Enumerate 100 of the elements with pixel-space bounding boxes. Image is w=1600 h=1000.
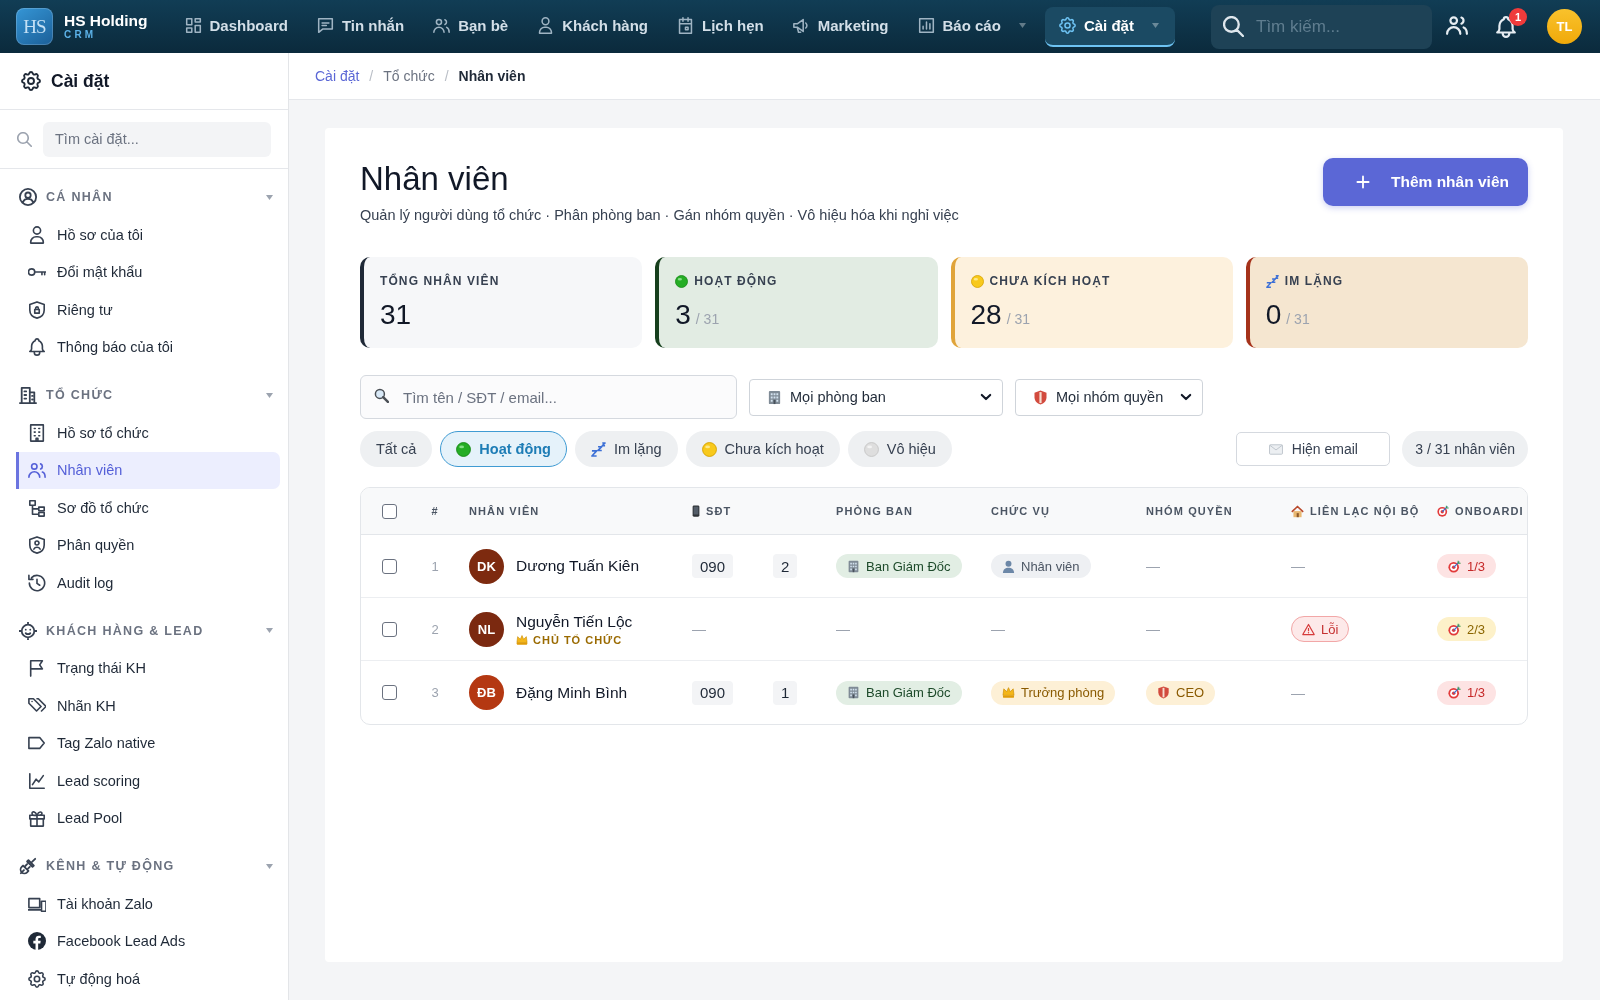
facebook-icon <box>28 932 46 951</box>
add-employee-button[interactable]: Thêm nhân viên <box>1323 158 1528 206</box>
gift-icon <box>28 809 46 828</box>
sidebar-item[interactable]: Nhân viên <box>16 451 280 489</box>
contact-status-tag: Lỗi <box>1291 616 1350 642</box>
show-email-button[interactable]: Hiện email <box>1236 432 1391 466</box>
sidebar-item[interactable]: Trạng thái KH <box>16 649 280 687</box>
people-icon[interactable] <box>1446 13 1468 36</box>
people-icon <box>28 461 46 480</box>
role-group-tag: CEO <box>1146 680 1216 705</box>
section-heading: TỔ CHỨC <box>46 388 115 402</box>
office-building-icon <box>767 389 782 405</box>
sidebar-item[interactable]: Audit log <box>16 564 280 602</box>
row-checkbox[interactable] <box>381 558 397 574</box>
bell-icon[interactable] <box>1495 15 1517 38</box>
sidebar-item[interactable]: Thông báo của tôi <box>16 328 280 366</box>
tags-icon <box>28 696 46 715</box>
stat-label: CHƯA KÍCH HOẠT <box>989 274 1111 288</box>
onboarding-progress-tag: 1/3 <box>1437 554 1497 578</box>
brand-tagline: CRM <box>64 30 98 41</box>
people-icon <box>433 17 451 34</box>
status-filter-chip[interactable]: Chưa kích hoạt <box>685 431 840 467</box>
search-icon <box>17 131 32 147</box>
sidebar-item[interactable]: Tag Zalo native <box>16 724 280 762</box>
status-filter-chip[interactable]: Vô hiệu <box>847 431 952 467</box>
office-building-icon <box>28 423 46 442</box>
sidebar-item[interactable]: Riêng tư <box>16 291 280 329</box>
user-icon <box>537 17 555 34</box>
row-checkbox[interactable] <box>381 685 397 700</box>
employee-name[interactable]: Nguyễn Tiến Lộc <box>516 612 633 631</box>
status-filter-chip[interactable]: Tất cả <box>360 431 433 467</box>
nav-tab[interactable]: Lịch hẹn <box>667 6 774 47</box>
settings-search-input[interactable]: Tìm cài đặt... <box>43 121 271 157</box>
column-header: LIÊN LẠC NỘI BỘ <box>1310 505 1420 517</box>
sleep-icon <box>591 441 606 457</box>
sidebar-item[interactable]: Hồ sơ của tôi <box>16 216 280 254</box>
crown-icon <box>1002 686 1015 699</box>
stat-label: IM LẶNG <box>1284 274 1344 288</box>
employee-name[interactable]: Dương Tuấn Kiên <box>516 557 640 575</box>
status-filter-chip[interactable]: Hoạt động <box>440 431 567 467</box>
line-chart-icon <box>28 771 46 790</box>
column-header: # <box>431 505 439 517</box>
house-icon <box>1291 504 1304 518</box>
sidebar-item[interactable]: Tự động hoá <box>16 960 280 998</box>
empty-value: — <box>836 621 850 637</box>
select-all-checkbox[interactable] <box>381 503 397 519</box>
employee-name[interactable]: Đặng Minh Bình <box>516 683 628 702</box>
sidebar-item[interactable]: Facebook Lead Ads <box>16 922 280 960</box>
stat-value: 0 <box>1265 299 1282 331</box>
sidebar-item[interactable]: Phân quyền <box>16 526 280 564</box>
empty-value: — <box>1146 558 1160 574</box>
status-filter-chip[interactable]: Im lặng <box>575 431 678 467</box>
sidebar-item[interactable]: Đổi mật khẩu <box>16 253 280 291</box>
org-chart-icon <box>28 498 46 517</box>
history-icon <box>28 573 46 592</box>
grid-icon <box>184 17 202 34</box>
page-title: Nhân viên <box>360 160 510 198</box>
nav-tab[interactable]: Khách hàng <box>527 6 658 47</box>
sidebar-item[interactable]: Tài khoản Zalo <box>16 885 280 923</box>
office-building-icon <box>847 559 860 573</box>
section-heading: CÁ NHÂN <box>46 190 114 204</box>
sidebar-item[interactable]: Lead scoring <box>16 762 280 800</box>
stat-label: HOẠT ĐỘNG <box>694 274 778 288</box>
nav-tab[interactable]: Bạn bè <box>423 6 519 47</box>
search-icon <box>374 387 389 403</box>
onboarding-progress-tag: 2/3 <box>1437 617 1497 641</box>
sidebar-item[interactable]: Lead Pool <box>16 799 280 837</box>
stat-value: 28 <box>970 299 1002 331</box>
bar-chart-icon <box>917 17 935 34</box>
row-checkbox[interactable] <box>381 621 397 637</box>
phone-number-part: 090 <box>692 554 734 578</box>
mobile-phone-icon <box>692 505 700 517</box>
nav-tab[interactable]: Tin nhắn <box>306 6 415 47</box>
position-tag: Nhân viên <box>991 554 1091 578</box>
nav-tab[interactable]: Marketing <box>782 6 899 47</box>
department-tag: Ban Giám Đốc <box>836 554 962 578</box>
sidebar-item[interactable]: Nhãn KH <box>16 687 280 725</box>
breadcrumb-link[interactable]: Tổ chức <box>383 68 435 84</box>
nav-tab[interactable]: Báo cáo <box>907 6 1036 47</box>
nav-tab[interactable]: Cài đặt <box>1044 6 1175 47</box>
status-dot-icon <box>675 274 689 288</box>
dart-target-icon <box>1448 559 1461 573</box>
nav-tab[interactable]: Dashboard <box>174 6 298 47</box>
breadcrumb-separator: / <box>444 68 449 84</box>
employee-count: 3 / 31 nhân viên <box>1402 431 1528 467</box>
dart-target-icon <box>1448 622 1461 636</box>
sidebar-item[interactable]: Sơ đồ tổ chức <box>16 489 280 527</box>
shield-icon <box>1033 389 1048 405</box>
row-number: 2 <box>431 621 439 637</box>
breadcrumb-link[interactable]: Cài đặt <box>315 68 360 84</box>
plug-icon <box>19 857 37 875</box>
office-building-icon <box>847 686 860 699</box>
role-group-select[interactable]: Mọi nhóm quyền <box>1015 378 1203 416</box>
search-input[interactable]: Tìm kiếm... <box>1211 4 1432 49</box>
gear-icon <box>28 969 46 988</box>
avatar: ĐB <box>469 675 504 710</box>
stat-total: / 31 <box>1006 311 1030 327</box>
department-select[interactable]: Mọi phòng ban <box>749 378 1003 416</box>
sidebar-item[interactable]: Hồ sơ tổ chức <box>16 414 280 452</box>
employee-search-input[interactable]: Tìm tên / SĐT / email... <box>360 375 737 419</box>
